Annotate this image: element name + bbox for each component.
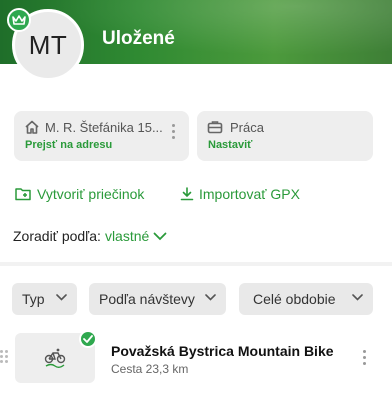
work-address-label: Práca <box>230 120 264 135</box>
type-filter-label: Typ <box>22 291 45 307</box>
section-divider <box>0 262 392 266</box>
sort-selector[interactable]: Zoradiť podľa: vlastné <box>13 228 167 244</box>
sort-label: Zoradiť podľa: <box>13 228 101 244</box>
visits-filter-label: Podľa návštevy <box>99 291 195 307</box>
route-menu-icon[interactable] <box>362 350 366 368</box>
chevron-down-icon <box>205 294 216 301</box>
home-address-label: M. R. Štefánika 15... <box>45 120 163 135</box>
home-icon <box>25 120 39 134</box>
briefcase-icon <box>207 121 223 134</box>
page-title: Uložené <box>102 28 175 49</box>
work-address-card[interactable]: Práca Nastaviť <box>197 111 373 161</box>
bicycle-icon <box>44 348 66 368</box>
check-icon <box>79 330 97 348</box>
home-card-menu-icon[interactable] <box>171 124 175 142</box>
create-folder-label: Vytvoriť priečinok <box>37 186 145 202</box>
home-address-card[interactable]: M. R. Štefánika 15... Prejsť na adresu <box>14 111 189 161</box>
download-icon <box>180 187 194 201</box>
drag-handle-icon[interactable] <box>0 350 8 366</box>
import-gpx-button[interactable]: Importovať GPX <box>180 186 300 202</box>
chevron-down-icon <box>56 294 67 301</box>
create-folder-button[interactable]: Vytvoriť priečinok <box>15 186 144 202</box>
period-filter-dropdown[interactable]: Celé obdobie <box>239 283 373 315</box>
go-to-address-link[interactable]: Prejsť na adresu <box>25 139 112 151</box>
type-filter-dropdown[interactable]: Typ <box>12 283 77 315</box>
folder-add-icon <box>15 188 31 201</box>
chevron-down-icon <box>153 232 167 240</box>
import-gpx-label: Importovať GPX <box>199 186 300 202</box>
route-subtitle: Cesta 23,3 km <box>111 362 189 376</box>
set-work-address-link[interactable]: Nastaviť <box>208 139 252 151</box>
list-item[interactable]: Považská Bystrica Mountain Bike Cesta 23… <box>0 330 392 386</box>
visits-filter-dropdown[interactable]: Podľa návštevy <box>89 283 226 315</box>
sort-value: vlastné <box>104 228 150 244</box>
crown-icon <box>7 8 31 32</box>
avatar-initials: MT <box>28 29 68 60</box>
period-filter-label: Celé obdobie <box>253 291 336 307</box>
chevron-down-icon <box>352 294 363 301</box>
route-title: Považská Bystrica Mountain Bike <box>111 343 334 359</box>
